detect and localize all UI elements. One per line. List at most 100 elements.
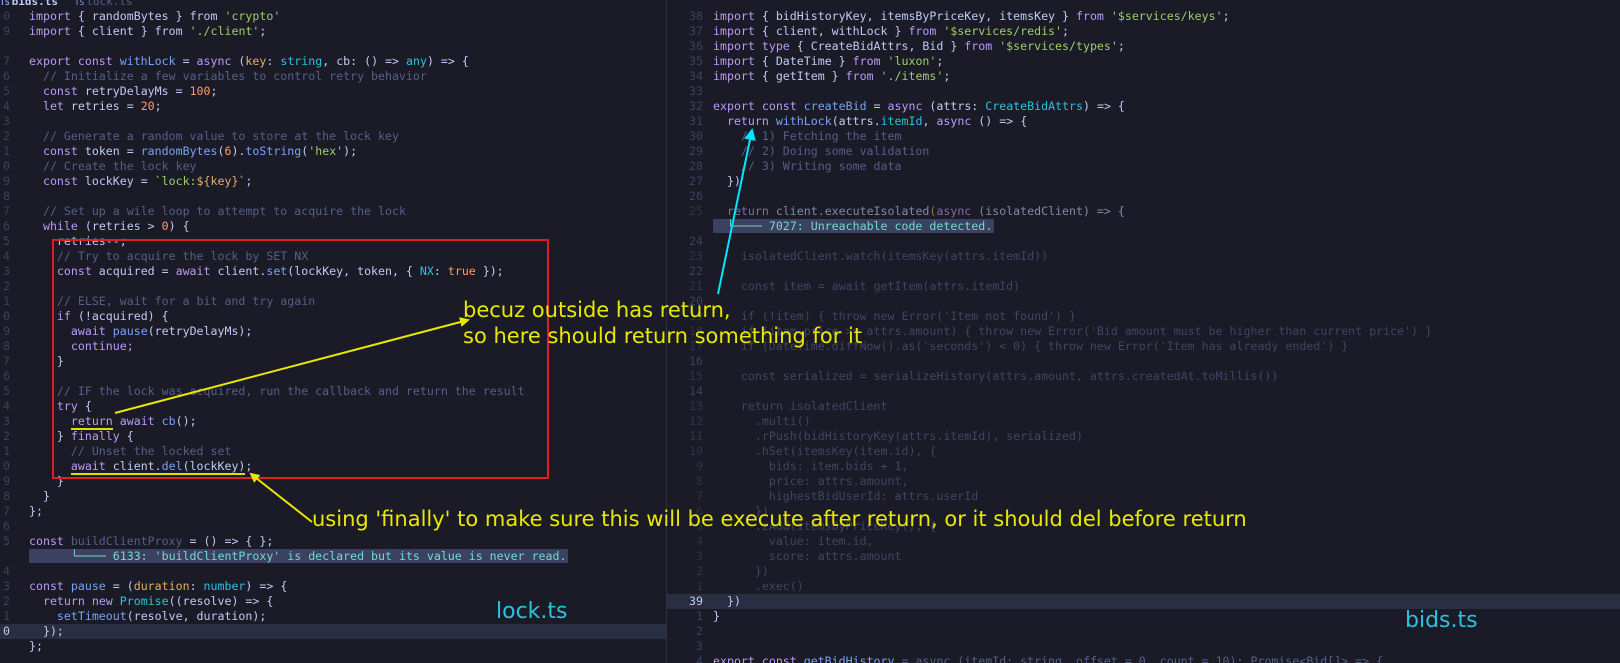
line-number: 9	[3, 24, 10, 38]
line-number: 4	[696, 534, 703, 548]
line-number: 29	[689, 144, 703, 158]
code-line: 3	[0, 114, 666, 129]
line-number: 6	[3, 369, 10, 383]
line-number: 39	[689, 594, 703, 608]
line-number: 16	[689, 354, 703, 368]
code-line: 30 // 1) Fetching the item	[667, 129, 1620, 144]
line-number: 37	[689, 24, 703, 38]
line-number: 0	[3, 9, 10, 23]
line-number: 3	[696, 639, 703, 653]
code-line: 25 return client.executeIsolated(async (…	[667, 204, 1620, 219]
file-label-lock: lock.ts	[496, 599, 568, 624]
diagnostic-message: └──── 6133: 'buildClientProxy' is declar…	[29, 549, 569, 563]
code-line: 3 const pause = (duration: number) => {	[0, 579, 666, 594]
code-line: 9 import { client } from './client';	[0, 24, 666, 39]
code-line: 38 import { bidHistoryKey, itemsByPriceKe…	[667, 9, 1620, 24]
line-number: 5	[3, 534, 10, 548]
code-line: 14	[667, 384, 1620, 399]
code-line: 8 }	[0, 489, 666, 504]
code-line: 7 // Set up a wile loop to attempt to ac…	[0, 204, 666, 219]
code-line: 4 let retries = 20;	[0, 99, 666, 114]
line-number: 35	[689, 54, 703, 68]
code-line: 0 // Create the lock key	[0, 159, 666, 174]
code-line: 12 .multi()	[667, 414, 1620, 429]
code-line: 8	[0, 189, 666, 204]
line-number: 2	[3, 279, 10, 293]
code-line: };	[29, 639, 43, 653]
line-number: 1	[3, 294, 10, 308]
code-line: 35 import { DateTime } from 'luxon';	[667, 54, 1620, 69]
code-line: 34 import { getItem } from './items';	[667, 69, 1620, 84]
line-number: 3	[3, 114, 10, 128]
line-number: 28	[689, 159, 703, 173]
line-number: 1	[3, 444, 10, 458]
current-line: 0 });	[0, 624, 666, 639]
line-number: 5	[3, 234, 10, 248]
code-line: 5 const retryDelayMs = 100;	[0, 84, 666, 99]
line-number: 26	[689, 189, 703, 203]
code-line: 16	[667, 354, 1620, 369]
line-number: 15	[689, 369, 703, 383]
line-number: 4	[696, 654, 703, 663]
line-number: 10	[689, 444, 703, 458]
diagnostic-line: └──── 6133: 'buildClientProxy' is declar…	[0, 549, 666, 564]
tab-bar: TS bids.ts TS lock.ts	[0, 0, 666, 9]
line-number: 7	[3, 504, 10, 518]
tab-lock[interactable]: TS lock.ts	[75, 0, 133, 8]
annotation-finally-note: using 'finally' to make sure this will b…	[312, 507, 1247, 531]
line-number: 38	[689, 9, 703, 23]
line-number: 8	[696, 474, 703, 488]
line-number: 31	[689, 114, 703, 128]
code-line: 0 import { randomBytes } from 'crypto'	[0, 9, 666, 24]
line-number: 27	[689, 174, 703, 188]
code-line: 23 isolatedClient.watch(itemsKey(attrs.i…	[667, 249, 1620, 264]
line-number: 36	[689, 39, 703, 53]
tab-bids[interactable]: TS bids.ts	[0, 0, 58, 8]
line-number: 2	[696, 564, 703, 578]
code-line: 37 import { client, withLock } from '$ser…	[667, 24, 1620, 39]
code-line: 8 price: attrs.amount,	[667, 474, 1620, 489]
line-number: 3	[696, 549, 703, 563]
code-line: 4 value: item.id,	[667, 534, 1620, 549]
line-number: 11	[689, 429, 703, 443]
code-line: 2 })	[667, 564, 1620, 579]
code-line: 28 // 3) Writing some data	[667, 159, 1620, 174]
code-line: 4 export const getBidHistory = async (ite…	[667, 654, 1620, 663]
code-line: 2 // Generate a random value to store at…	[0, 129, 666, 144]
code-line: 1 .exec()	[667, 579, 1620, 594]
line-number: 5	[3, 84, 10, 98]
code-line: 29 // 2) Doing some validation	[667, 144, 1620, 159]
line-number: 5	[3, 384, 10, 398]
line-number: 14	[689, 384, 703, 398]
code-line: 6 // Initialize a few variables to contr…	[0, 69, 666, 84]
code-line: 10 .hSet(itemsKey(item.id), {	[667, 444, 1620, 459]
line-number: 4	[3, 399, 10, 413]
code-line: 9 const lockKey = `lock:${key}`;	[0, 174, 666, 189]
line-number: 24	[689, 234, 703, 248]
code-line: 21 const item = await getItem(attrs.item…	[667, 279, 1620, 294]
line-number: 8	[3, 339, 10, 353]
line-number: 33	[689, 84, 703, 98]
code-line: 26	[667, 189, 1620, 204]
code-line: 13 return isolatedClient	[667, 399, 1620, 414]
line-number: 4	[3, 99, 10, 113]
line-number: 6	[3, 219, 10, 233]
code-line: 3 score: attrs.amount	[667, 549, 1620, 564]
line-number: 4	[3, 249, 10, 263]
code-line: 27 })	[667, 174, 1620, 189]
current-line: 39 })	[667, 594, 1620, 609]
line-number: 3	[3, 579, 10, 593]
line-number: 7	[3, 354, 10, 368]
code-line: 24	[667, 234, 1620, 249]
line-number: 7	[696, 489, 703, 503]
line-number: 7	[3, 204, 10, 218]
line-number: 13	[689, 399, 703, 413]
line-number: 23	[689, 249, 703, 263]
code-line: 11 .rPush(bidHistoryKey(attrs.itemId), s…	[667, 429, 1620, 444]
line-number: 3	[3, 264, 10, 278]
line-number: 9	[696, 459, 703, 473]
code-line: 33	[667, 84, 1620, 99]
line-number: 0	[3, 309, 10, 323]
line-number: 6	[3, 519, 10, 533]
